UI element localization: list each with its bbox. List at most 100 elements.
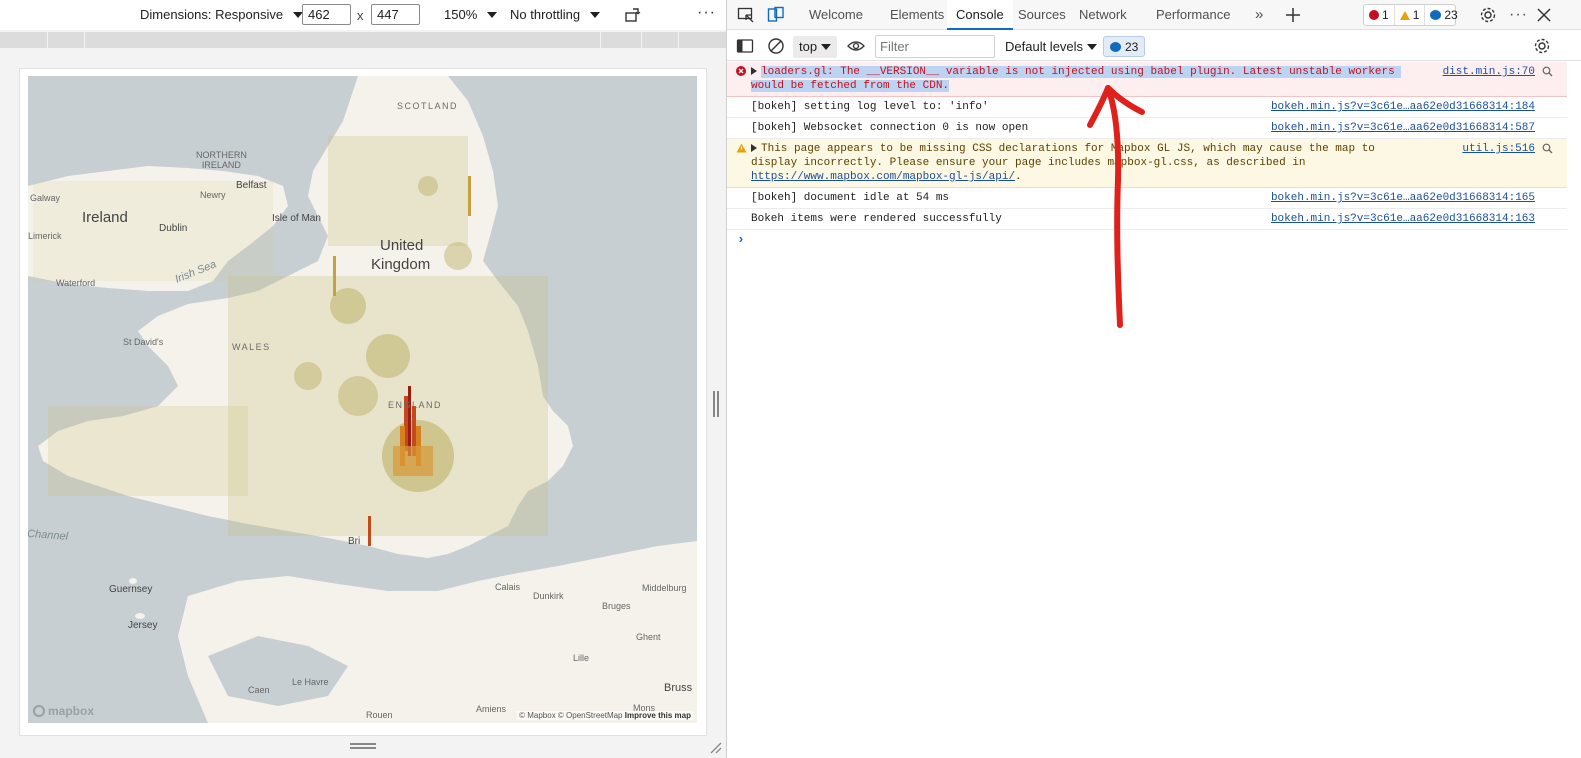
issues-count: 23 (1125, 39, 1139, 54)
warning-source-link[interactable]: util.js:516 (1462, 142, 1535, 156)
console-prompt-icon: › (737, 232, 745, 247)
sidebar-toggle-icon[interactable] (736, 37, 754, 55)
label-guernsey: Guernsey (109, 584, 153, 595)
height-input[interactable] (371, 4, 420, 25)
warning-text: This page appears to be missing CSS decl… (751, 143, 1382, 169)
warning-counter[interactable]: 1 (1393, 5, 1425, 25)
warning-icon (736, 143, 747, 153)
message-count: 23 (1444, 8, 1458, 22)
zoom-dropdown[interactable]: 150% (444, 7, 498, 22)
console-prompt-row[interactable]: › (727, 230, 1581, 250)
inspect-element-icon[interactable] (737, 6, 755, 24)
device-emulation-pane: Dimensions: Responsive x 150% No throttl… (0, 0, 726, 758)
map-attribution: © Mapbox © OpenStreetMap Improve this ma… (517, 711, 693, 720)
console-message-error[interactable]: loaders.gl: The __VERSION__ variable is … (727, 62, 1567, 97)
console-message-warning[interactable]: This page appears to be missing CSS decl… (727, 139, 1567, 188)
expand-triangle-icon[interactable] (751, 67, 757, 76)
rotate-icon[interactable] (624, 7, 642, 23)
warning-text-end: . (1015, 171, 1022, 183)
label-middelburg: Middelburg (642, 583, 687, 593)
warning-icon (1399, 10, 1410, 20)
chevron-down-icon (590, 11, 601, 18)
message-source-link[interactable]: bokeh.min.js?v=3c61e…aa62e0d31668314:163 (1271, 212, 1535, 226)
context-label: top (799, 39, 818, 54)
message-source-link[interactable]: bokeh.min.js?v=3c61e…aa62e0d31668314:184 (1271, 100, 1535, 114)
more-options-icon[interactable]: ··· (697, 4, 716, 22)
context-selector[interactable]: top (793, 36, 838, 58)
tab-sources[interactable]: Sources (1018, 0, 1066, 30)
label-caen: Caen (248, 685, 270, 695)
console-message[interactable]: [bokeh] setting log level to: 'info' bok… (727, 97, 1567, 118)
tab-network[interactable]: Network (1079, 0, 1127, 30)
label-wales: WALES (232, 342, 271, 352)
tab-welcome[interactable]: Welcome (809, 0, 863, 30)
add-tab-icon[interactable] (1284, 6, 1302, 24)
devtools-panel: Welcome Elements Console Sources Network… (727, 0, 1581, 758)
message-counter[interactable]: 23 (1424, 5, 1462, 25)
console-settings-gear-icon[interactable] (1533, 37, 1551, 55)
label-waterford: Waterford (56, 278, 96, 288)
live-expression-eye-icon[interactable] (847, 37, 865, 55)
tab-console[interactable]: Console (947, 0, 1013, 30)
media-query-ruler[interactable] (0, 32, 726, 48)
label-amiens: Amiens (476, 704, 507, 714)
issue-counters[interactable]: 1 1 23 (1363, 4, 1458, 26)
width-input[interactable] (302, 4, 351, 25)
console-message[interactable]: [bokeh] Websocket connection 0 is now op… (727, 118, 1567, 139)
times-sign: x (357, 8, 364, 23)
label-newry: Newry (200, 190, 226, 200)
console-message[interactable]: Bokeh items were rendered successfully b… (727, 209, 1567, 230)
error-source-link[interactable]: dist.min.js:70 (1443, 65, 1535, 79)
chevron-down-icon (1087, 43, 1098, 50)
mapbox-logo[interactable]: mapbox (33, 704, 94, 718)
label-england: ENGLAND (388, 400, 443, 410)
corner-resize-handle-icon[interactable] (708, 740, 722, 754)
message-source-link[interactable]: bokeh.min.js?v=3c61e…aa62e0d31668314:165 (1271, 191, 1535, 205)
device-toolbar: Dimensions: Responsive x 150% No throttl… (0, 0, 726, 30)
mapbox-logo-icon (33, 705, 45, 717)
log-levels-dropdown[interactable]: Default levels (1005, 39, 1098, 54)
device-emulation-icon[interactable] (767, 6, 785, 24)
clear-console-icon[interactable] (767, 37, 785, 55)
label-belfast: Belfast (236, 180, 267, 191)
resize-handle-right[interactable] (713, 391, 719, 417)
error-icon (1369, 10, 1379, 20)
console-messages: loaders.gl: The __VERSION__ variable is … (727, 62, 1581, 250)
more-tabs-icon[interactable]: » (1255, 0, 1263, 30)
warning-count: 1 (1412, 8, 1420, 22)
dimensions-dropdown[interactable]: Dimensions: Responsive (140, 7, 304, 22)
label-le-havre: Le Havre (292, 677, 329, 687)
mapbox-logo-text: mapbox (48, 704, 95, 718)
search-icon[interactable] (1542, 66, 1553, 77)
chevron-down-icon (487, 11, 498, 18)
message-icon (1430, 10, 1442, 20)
search-icon[interactable] (1542, 143, 1553, 154)
mapbox-docs-link[interactable]: https://www.mapbox.com/mapbox-gl-js/api/ (751, 171, 1015, 183)
filter-input[interactable] (875, 35, 995, 58)
improve-map-link[interactable]: Improve this map (625, 711, 691, 720)
resize-handle-bottom[interactable] (350, 743, 376, 749)
label-brussels: Bruss (664, 682, 693, 694)
console-message[interactable]: [bokeh] document idle at 54 ms bokeh.min… (727, 188, 1567, 209)
error-counter[interactable]: 1 (1364, 5, 1394, 25)
zoom-label: 150% (444, 7, 478, 22)
message-source-link[interactable]: bokeh.min.js?v=3c61e…aa62e0d31668314:587 (1271, 121, 1535, 135)
attribution-text[interactable]: © Mapbox © OpenStreetMap (519, 711, 622, 720)
chevron-down-icon (821, 44, 832, 50)
map-view[interactable]: SCOTLAND NORTHERN IRELAND Belfast Newry … (28, 76, 697, 723)
more-menu-icon[interactable]: ··· (1509, 0, 1528, 30)
close-icon[interactable] (1535, 6, 1553, 24)
label-scotland: SCOTLAND (397, 101, 459, 111)
console-toolbar: top Default levels 23 (727, 31, 1581, 61)
tab-elements[interactable]: Elements (890, 0, 944, 30)
issues-badge[interactable]: 23 (1103, 36, 1146, 57)
settings-gear-icon[interactable] (1479, 6, 1497, 24)
expand-triangle-icon[interactable] (751, 144, 757, 153)
label-dublin: Dublin (159, 223, 188, 234)
label-lille: Lille (573, 653, 590, 663)
tab-performance[interactable]: Performance (1156, 0, 1230, 30)
message-icon (1110, 41, 1121, 52)
label-ghent: Ghent (636, 632, 661, 642)
label-calais: Calais (495, 582, 521, 592)
throttling-dropdown[interactable]: No throttling (510, 7, 601, 22)
